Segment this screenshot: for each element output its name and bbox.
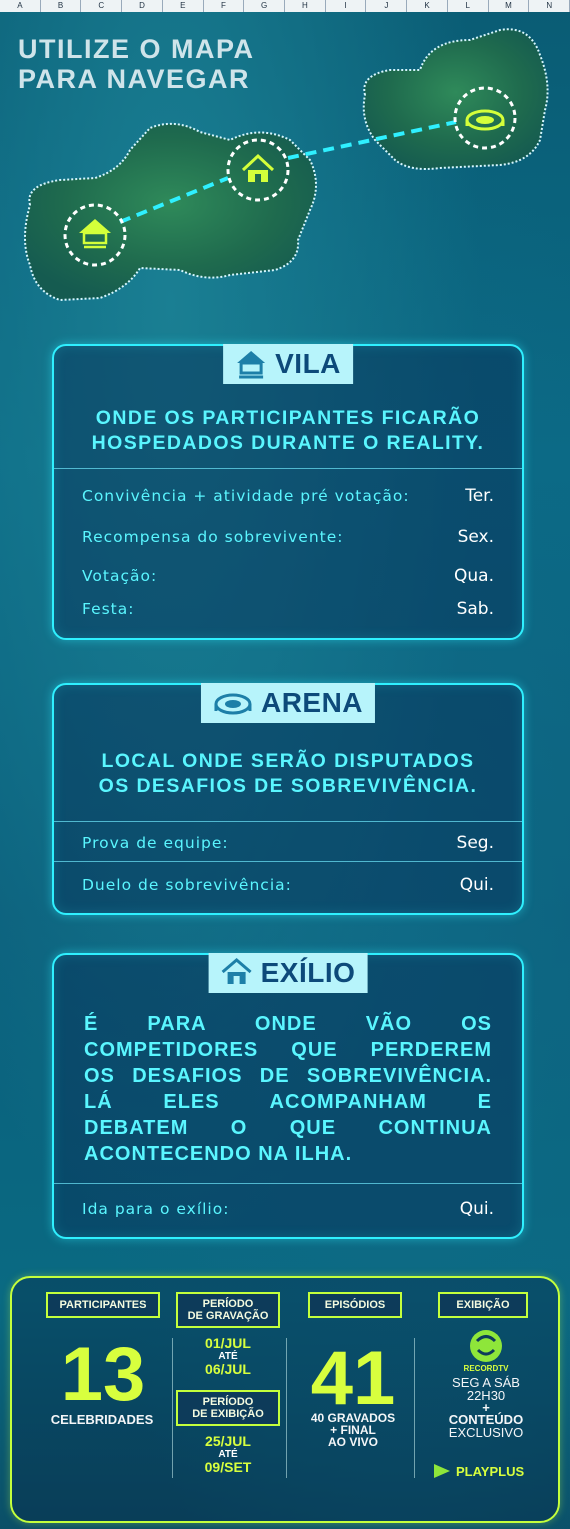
divider <box>54 468 522 469</box>
description-line: COMPETIDORES QUE PERDEREM <box>84 1039 492 1061</box>
house-icon <box>221 958 252 984</box>
arena-tag: ARENA <box>200 683 376 723</box>
vila-description: ONDE OS PARTICIPANTES FICARÃO HOSPEDADOS… <box>54 406 522 456</box>
episodios-badge: EPISÓDIOS <box>308 1292 402 1318</box>
description-line: LOCAL ONDE SERÃO DISPUTADOS <box>101 750 475 772</box>
badge-label: DE EXIBIÇÃO <box>192 1408 264 1420</box>
description-line: LÁ ELES ACOMPANHAM E <box>84 1091 492 1113</box>
badge-label: PERÍODO <box>202 1298 254 1310</box>
recordtv-logo-text: RECORDTV <box>463 1364 509 1373</box>
exilio-description: É PARA ONDE VÃO OS COMPETIDORES QUE PERD… <box>84 1011 492 1167</box>
schedule-row: Prova de equipe: Seg. <box>82 833 494 853</box>
map-title-line2: PARA NAVEGAR <box>18 64 251 94</box>
playplus-text: PLAYPLUS <box>456 1463 525 1479</box>
exibicao-periodo-badge: PERÍODO DE EXIBIÇÃO <box>176 1390 280 1426</box>
schedule-label: Prova de equipe: <box>82 834 229 852</box>
playplus-logo: PLAYPLUS <box>432 1462 524 1480</box>
schedule-label: Convivência + atividade pré votação: <box>82 487 410 505</box>
arena-description: LOCAL ONDE SERÃO DISPUTADOS OS DESAFIOS … <box>54 749 522 799</box>
schedule-label: Festa: <box>82 600 135 618</box>
schedule-day: Qui. <box>459 875 494 895</box>
description-line: ONDE OS PARTICIPANTES FICARÃO <box>95 407 481 429</box>
schedule-day: Ter. <box>465 486 494 506</box>
vila-tag: VILA <box>223 344 353 384</box>
stats-box: PARTICIPANTES 13 CELEBRIDADES PERÍODO DE… <box>10 1276 560 1523</box>
schedule-label: Ida para o exílio: <box>82 1200 230 1218</box>
schedule-day: Sab. <box>456 599 494 619</box>
map-title-line1: UTILIZE O MAPA <box>18 34 255 64</box>
exibicao-badge: EXIBIÇÃO <box>438 1292 528 1318</box>
schedule-row: Ida para o exílio: Qui. <box>82 1199 494 1219</box>
exilio-panel: EXÍLIO É PARA ONDE VÃO OS COMPETIDORES Q… <box>52 953 524 1239</box>
date-end: 06/JUL <box>205 1361 251 1377</box>
badge-label: PARTICIPANTES <box>59 1299 147 1311</box>
description-line: DEBATEM O QUE CONTINUA <box>84 1117 492 1139</box>
badge-label: PERÍODO <box>202 1396 254 1408</box>
participantes-caption: CELEBRIDADES <box>50 1412 154 1427</box>
gravacao-dates: 01/JUL ATÉ 06/JUL <box>176 1336 280 1377</box>
caption-line: AO VIVO <box>327 1435 378 1449</box>
stadium-icon <box>214 693 252 715</box>
badge-label: EXIBIÇÃO <box>456 1299 510 1311</box>
schedule-label: Votação: <box>82 567 158 585</box>
play-icon <box>434 1464 450 1478</box>
date-start: 01/JUL <box>205 1335 251 1351</box>
episodios-number: 41 <box>310 1336 396 1421</box>
schedule-line: EXCLUSIVO <box>448 1425 524 1440</box>
divider <box>54 1183 522 1184</box>
description-line: ACONTECENDO NA ILHA. <box>84 1143 353 1165</box>
divider <box>172 1338 173 1478</box>
divider <box>286 1338 287 1478</box>
schedule-day: Qua. <box>454 566 494 586</box>
arena-panel: ARENA LOCAL ONDE SERÃO DISPUTADOS OS DES… <box>52 683 524 915</box>
date-start: 25/JUL <box>205 1433 251 1449</box>
main-island <box>24 122 317 302</box>
description-line: HOSPEDADOS DURANTE O REALITY. <box>91 432 485 454</box>
schedule-row: Convivência + atividade pré votação: Ter… <box>82 486 494 506</box>
schedule-day: Seg. <box>456 833 494 853</box>
description-line: É PARA ONDE VÃO OS <box>84 1013 492 1035</box>
divider <box>414 1338 415 1478</box>
hut-icon <box>237 351 266 379</box>
gravacao-badge: PERÍODO DE GRAVAÇÃO <box>176 1292 280 1328</box>
exilio-tag: EXÍLIO <box>208 953 368 993</box>
map-title: UTILIZE O MAPA PARA NAVEGAR <box>18 34 255 94</box>
badge-label: EPISÓDIOS <box>324 1299 386 1311</box>
schedule-row: Votação: Qua. <box>82 566 494 586</box>
recordtv-logo-icon <box>470 1330 502 1362</box>
exibicao-periodo-dates: 25/JUL ATÉ 09/SET <box>176 1434 280 1475</box>
participantes-number: 13 <box>60 1332 146 1417</box>
schedule-day: Sex. <box>457 527 494 547</box>
divider <box>54 861 522 862</box>
vila-panel: VILA ONDE OS PARTICIPANTES FICARÃO HOSPE… <box>52 344 524 640</box>
episodios-caption: 40 GRAVADOS + FINAL AO VIVO <box>290 1412 416 1448</box>
description-line: OS DESAFIOS DE SOBREVIVÊNCIA. <box>84 1065 492 1087</box>
date-end: 09/SET <box>204 1459 252 1475</box>
exilio-tag-label: EXÍLIO <box>260 957 356 988</box>
vila-tag-label: VILA <box>275 348 341 379</box>
arena-island <box>362 28 549 170</box>
participantes-badge: PARTICIPANTES <box>46 1292 160 1318</box>
description-line: OS DESAFIOS DE SOBREVIVÊNCIA. <box>98 775 478 797</box>
schedule-label: Duelo de sobrevivência: <box>82 876 292 894</box>
schedule-row: Recompensa do sobrevivente: Sex. <box>82 527 494 547</box>
schedule-day: Qui. <box>459 1199 494 1219</box>
arena-tag-label: ARENA <box>260 687 364 718</box>
schedule-label: Recompensa do sobrevivente: <box>82 528 344 546</box>
exibicao-schedule: SEG A SÁB 22H30 + CONTEÚDO EXCLUSIVO <box>418 1376 554 1439</box>
schedule-row: Festa: Sab. <box>82 599 494 619</box>
divider <box>54 821 522 822</box>
schedule-row: Duelo de sobrevivência: Qui. <box>82 875 494 895</box>
badge-label: DE GRAVAÇÃO <box>187 1310 269 1322</box>
